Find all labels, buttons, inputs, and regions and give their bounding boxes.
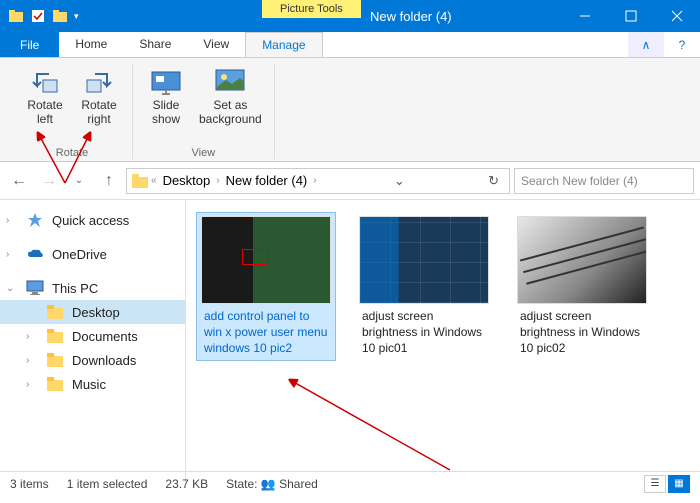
ribbon-button-label: Set asbackground: [199, 98, 262, 127]
help-button[interactable]: ?: [664, 32, 700, 57]
qat-properties-icon[interactable]: [30, 8, 46, 24]
rotate-left-icon: [27, 66, 63, 98]
folder-icon: [46, 351, 64, 369]
search-input[interactable]: Search New folder (4): [514, 168, 694, 194]
folder-icon: [46, 375, 64, 393]
sidebar-item-label: This PC: [52, 281, 98, 296]
sidebar-item-this-pc[interactable]: ⌄ This PC: [0, 276, 185, 300]
navigation-pane: › Quick access › OneDrive ⌄ This PC Desktop › Do…: [0, 200, 186, 482]
window-title: New folder (4): [370, 0, 452, 32]
sidebar-item-label: Music: [72, 377, 106, 392]
rotate-left-button[interactable]: Rotateleft: [20, 64, 70, 145]
folder-icon: [131, 172, 149, 190]
forward-button[interactable]: →: [36, 168, 62, 194]
file-name: add control panel to win x power user me…: [200, 308, 332, 357]
sidebar-item-label: Downloads: [72, 353, 136, 368]
ribbon: Rotateleft Rotateright Rotate Slideshow Set …: [0, 58, 700, 162]
rotate-right-icon: [81, 66, 117, 98]
file-name: adjust screen brightness in Windows 10 p…: [358, 308, 490, 357]
chevron-right-icon[interactable]: «: [151, 175, 157, 186]
file-item[interactable]: add control panel to win x power user me…: [196, 212, 336, 361]
back-button[interactable]: ←: [6, 168, 32, 194]
breadcrumb-segment[interactable]: Desktop: [159, 173, 215, 188]
maximize-button[interactable]: [608, 0, 654, 32]
shared-icon: 👥: [261, 477, 276, 491]
sidebar-item-desktop[interactable]: Desktop: [0, 300, 185, 324]
ribbon-button-label: Rotateright: [81, 98, 116, 127]
sidebar-item-downloads[interactable]: › Downloads: [0, 348, 185, 372]
selection-size: 23.7 KB: [165, 477, 208, 491]
rotate-right-button[interactable]: Rotateright: [74, 64, 124, 145]
file-tab[interactable]: File: [0, 32, 59, 57]
file-name: adjust screen brightness in Windows 10 p…: [516, 308, 648, 357]
chevron-icon[interactable]: ›: [26, 331, 38, 342]
address-dropdown-icon[interactable]: ⌄: [388, 173, 411, 189]
details-view-button[interactable]: ☰: [644, 475, 666, 493]
state-label: State: 👥 Shared: [226, 477, 318, 491]
file-list[interactable]: add control panel to win x power user me…: [186, 200, 700, 482]
sidebar-item-documents[interactable]: › Documents: [0, 324, 185, 348]
item-count: 3 items: [10, 477, 49, 491]
ribbon-group-rotate: Rotateleft Rotateright Rotate: [12, 64, 133, 159]
sidebar-item-onedrive[interactable]: › OneDrive: [0, 242, 185, 266]
ribbon-group-view: Slideshow Set asbackground View: [133, 64, 275, 159]
sidebar-item-music[interactable]: › Music: [0, 372, 185, 396]
tab-home[interactable]: Home: [59, 32, 123, 57]
minimize-button[interactable]: [562, 0, 608, 32]
set-bg-icon: [212, 66, 248, 98]
ribbon-button-label: Rotateleft: [27, 98, 62, 127]
content-area: › Quick access › OneDrive ⌄ This PC Desktop › Do…: [0, 200, 700, 482]
sidebar-item-quick-access[interactable]: › Quick access: [0, 208, 185, 232]
chevron-right-icon[interactable]: ›: [216, 175, 219, 186]
chevron-icon[interactable]: ›: [6, 215, 18, 226]
file-item[interactable]: adjust screen brightness in Windows 10 p…: [354, 212, 494, 361]
chevron-right-icon[interactable]: ›: [313, 175, 316, 186]
selection-count: 1 item selected: [67, 477, 148, 491]
ribbon-group-label: Rotate: [56, 147, 88, 159]
thumbnails-view-button[interactable]: ▦: [668, 475, 690, 493]
recent-dropdown-icon[interactable]: ⌄: [66, 168, 92, 194]
collapse-ribbon-button[interactable]: ∧: [628, 32, 664, 57]
navigation-bar: ← → ⌄ ↑ « Desktop›New folder (4)› ⌄ ↻ Se…: [0, 162, 700, 200]
chevron-icon[interactable]: ⌄: [6, 283, 18, 294]
context-tab-label: Picture Tools: [262, 0, 361, 18]
folder-icon: [46, 327, 64, 345]
file-item[interactable]: adjust screen brightness in Windows 10 p…: [512, 212, 652, 361]
title-bar: ▾ Picture Tools New folder (4): [0, 0, 700, 32]
address-bar[interactable]: « Desktop›New folder (4)› ⌄ ↻: [126, 168, 510, 194]
sidebar-item-label: Desktop: [72, 305, 120, 320]
folder-icon: [46, 303, 64, 321]
ribbon-group-label: View: [192, 147, 216, 159]
breadcrumb-segment[interactable]: New folder (4): [222, 173, 312, 188]
up-button[interactable]: ↑: [96, 168, 122, 194]
file-thumbnail: [517, 216, 647, 304]
tab-view[interactable]: View: [187, 32, 245, 57]
ribbon-tabs: File HomeShareViewManage ∧ ?: [0, 32, 700, 58]
set-bg-button[interactable]: Set asbackground: [195, 64, 266, 145]
file-thumbnail: [201, 216, 331, 304]
folder-app-icon: [8, 8, 24, 24]
sidebar-item-label: Quick access: [52, 213, 129, 228]
tab-share[interactable]: Share: [123, 32, 187, 57]
slideshow-button[interactable]: Slideshow: [141, 64, 191, 145]
chevron-icon[interactable]: ›: [26, 379, 38, 390]
onedrive-icon: [26, 245, 44, 263]
sidebar-item-label: OneDrive: [52, 247, 107, 262]
close-button[interactable]: [654, 0, 700, 32]
qat-dropdown-icon[interactable]: ▾: [74, 11, 79, 22]
file-thumbnail: [359, 216, 489, 304]
status-bar: 3 items 1 item selected 23.7 KB State: 👥…: [0, 471, 700, 495]
sidebar-item-label: Documents: [72, 329, 138, 344]
chevron-icon[interactable]: ›: [6, 249, 18, 260]
refresh-button[interactable]: ↻: [482, 173, 505, 189]
pc-icon: [26, 279, 44, 297]
slideshow-icon: [148, 66, 184, 98]
star-icon: [26, 211, 44, 229]
chevron-icon[interactable]: ›: [26, 355, 38, 366]
ribbon-button-label: Slideshow: [152, 98, 180, 127]
tab-manage[interactable]: Manage: [245, 32, 322, 57]
qat-newfolder-icon[interactable]: [52, 8, 68, 24]
